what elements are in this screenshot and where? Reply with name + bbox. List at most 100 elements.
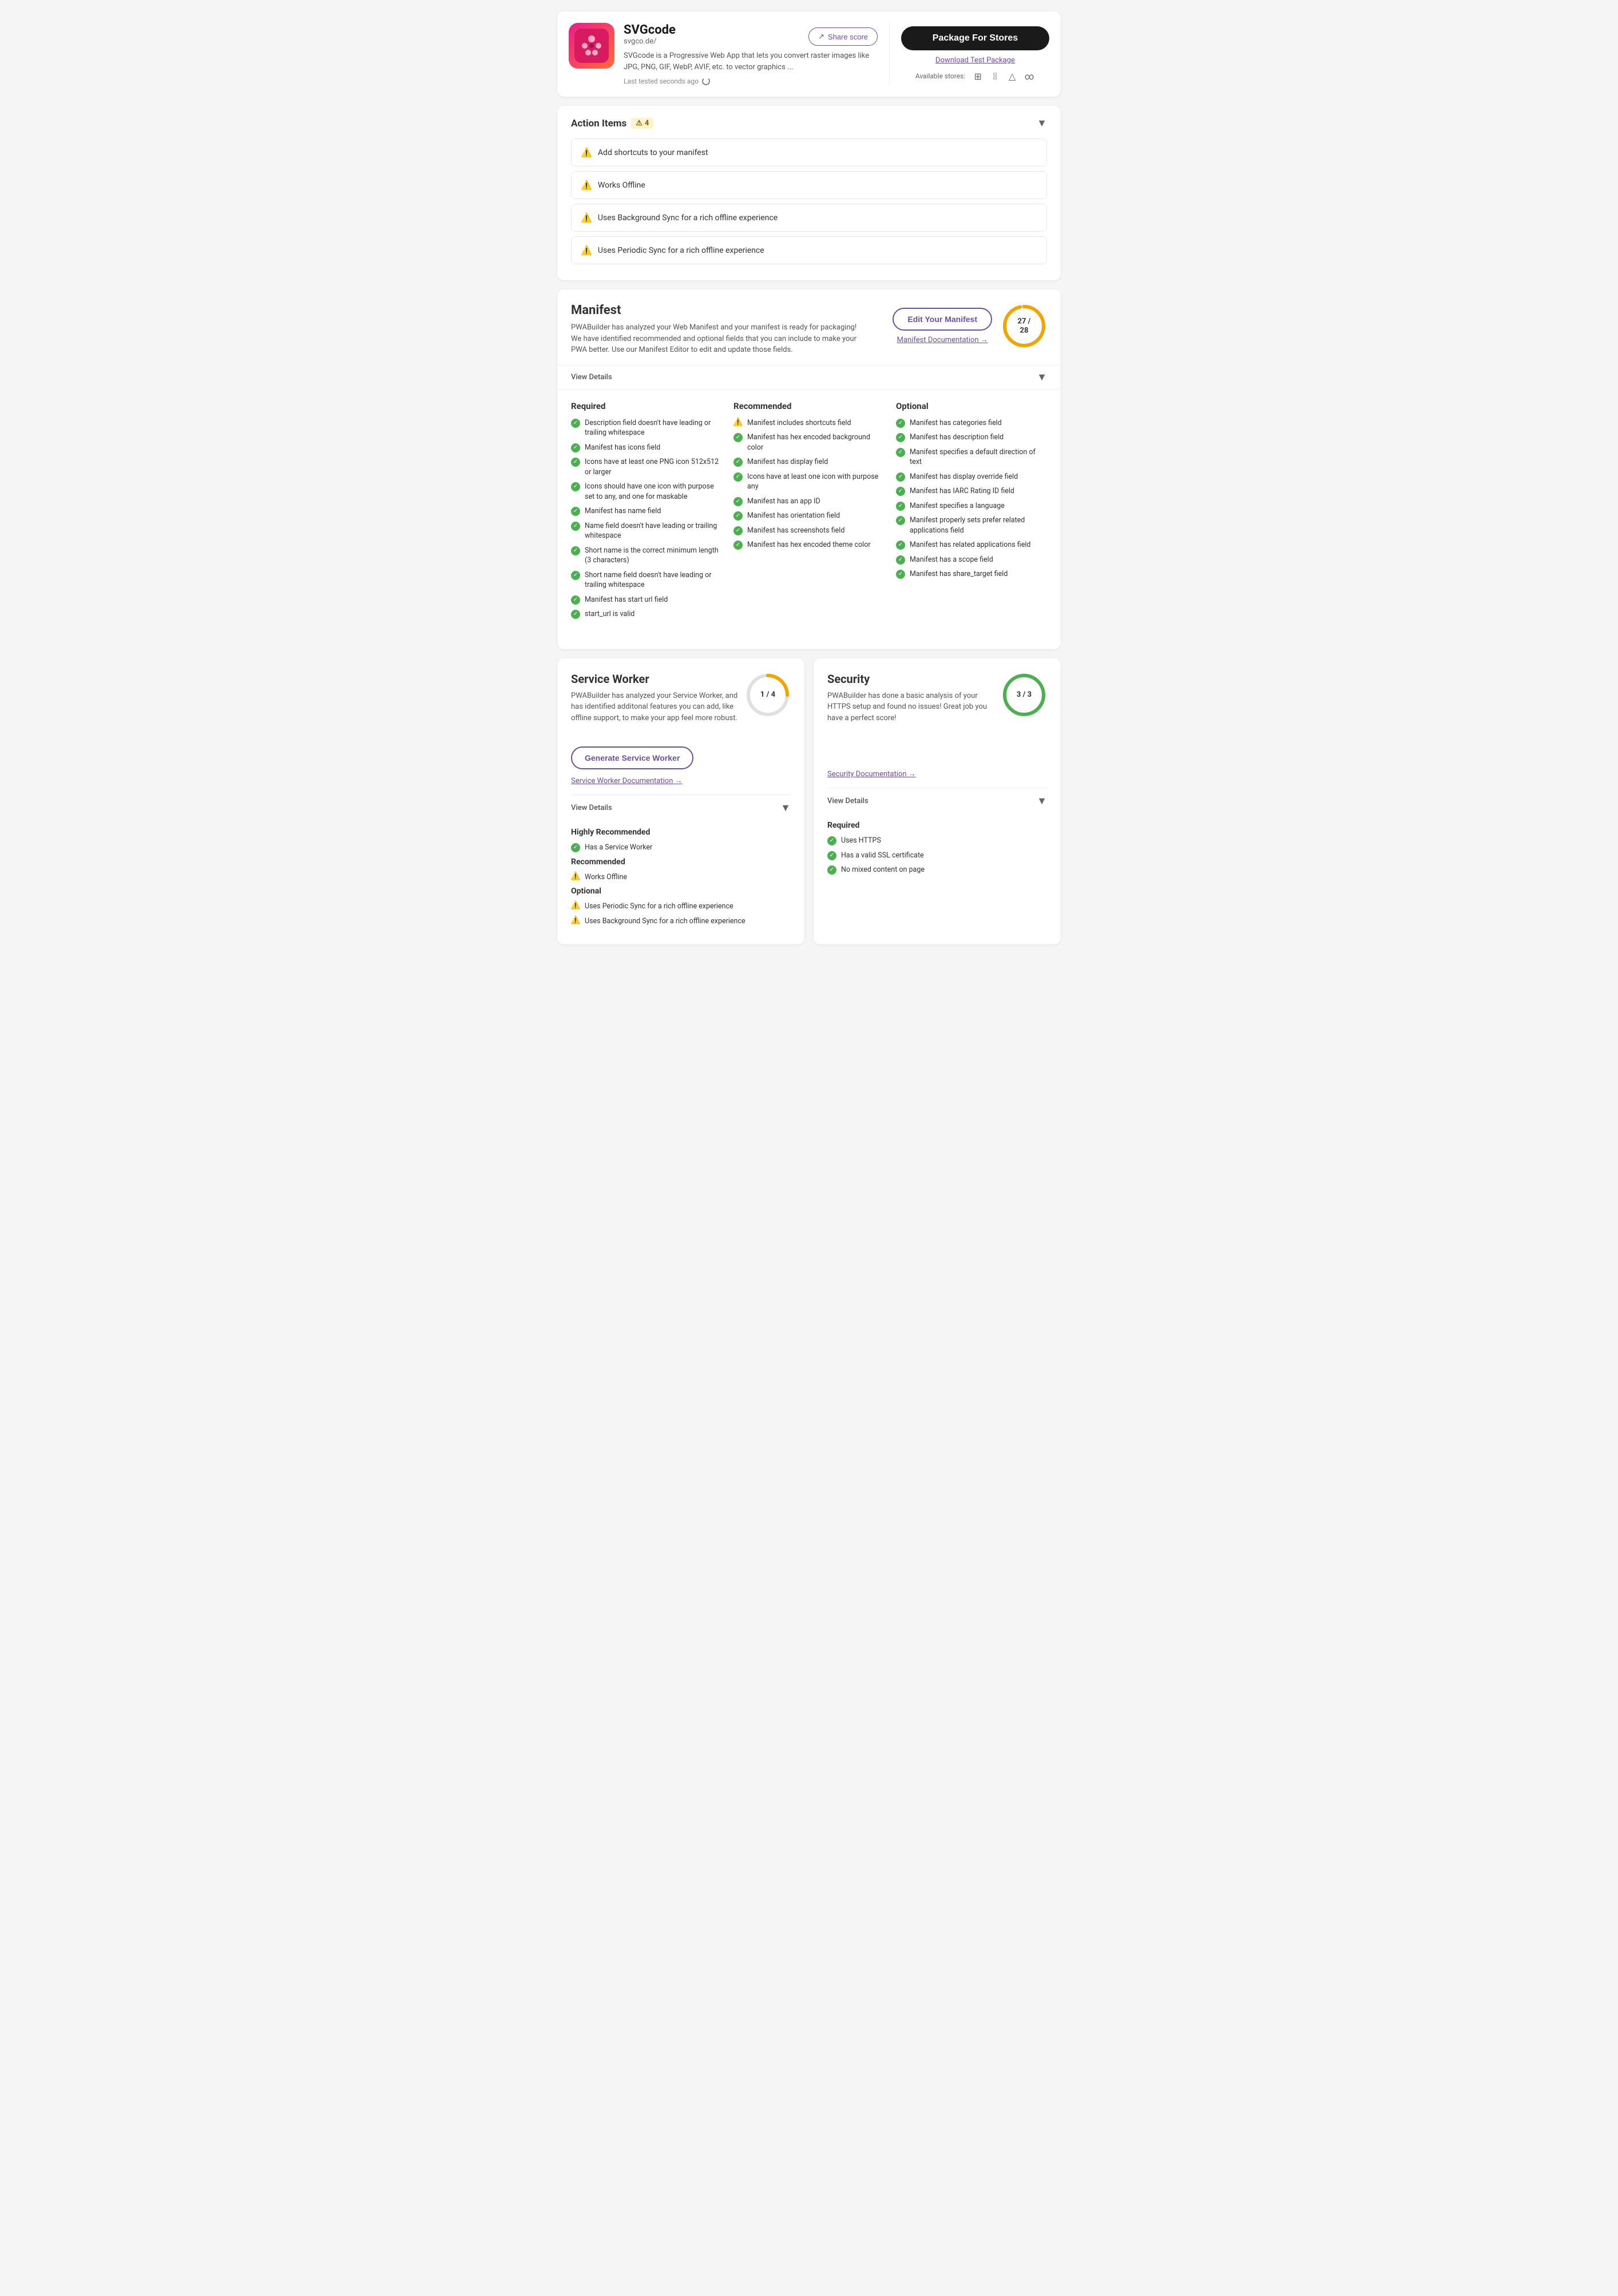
check-icon: ✓ [571, 610, 580, 619]
warn-icon: ⚠️ [571, 872, 580, 881]
check-item: ⚠️ Uses Background Sync for a rich offli… [571, 916, 791, 927]
available-stores: Available stores: ⊞  △ ∞ [915, 70, 1035, 82]
refresh-icon[interactable] [702, 77, 710, 85]
check-icon: ✓ [571, 419, 580, 428]
check-item: ✓ Manifest has hex encoded background co… [733, 432, 885, 452]
check-item: ✓ Description field doesn't have leading… [571, 418, 722, 438]
manifest-doc-link[interactable]: Manifest Documentation → [897, 336, 988, 344]
manifest-optional-col: Optional ✓ Manifest has categories field… [896, 401, 1047, 624]
check-item: ✓ Name field doesn't have leading or tra… [571, 521, 722, 541]
check-item: ✓ Has a valid SSL certificate [827, 851, 1047, 861]
check-icon: ✓ [896, 419, 905, 428]
check-icon: ✓ [896, 448, 905, 457]
check-icon: ✓ [896, 487, 905, 496]
action-item: ⚠️ Works Offline [571, 171, 1047, 199]
check-item: ✓ Manifest has screenshots field [733, 526, 885, 536]
check-icon: ✓ [827, 851, 836, 860]
download-test-package-link[interactable]: Download Test Package [935, 56, 1015, 65]
check-item: ✓ Manifest has a scope field [896, 555, 1047, 565]
check-item: ✓ Manifest properly sets prefer related … [896, 515, 1047, 535]
check-item: ✓ Manifest has display override field [896, 472, 1047, 482]
check-icon: ✓ [571, 458, 580, 467]
check-icon: ✓ [571, 571, 580, 580]
check-item: ⚠️ Manifest includes shortcuts field [733, 418, 885, 428]
check-icon: ✓ [896, 433, 905, 442]
security-score-circle: 3 / 3 [1001, 672, 1047, 718]
generate-service-worker-button[interactable]: Generate Service Worker [571, 746, 693, 769]
last-tested: Last tested seconds ago [624, 77, 878, 85]
manifest-score-circle: 27 / 28 [1001, 303, 1047, 349]
check-item: ✓ Short name field doesn't have leading … [571, 570, 722, 590]
check-icon: ✓ [896, 555, 905, 565]
action-items-section: Action Items ⚠ 4 ▼ ⚠️ Add shortcuts to y… [557, 106, 1061, 280]
manifest-details-grid: Required ✓ Description field doesn't hav… [571, 390, 1047, 635]
sw-doc-link[interactable]: Service Worker Documentation → [571, 777, 683, 785]
meta-store-icon: ∞ [1024, 70, 1035, 82]
check-item: ✓ Manifest has name field [571, 506, 722, 517]
check-icon: ✓ [571, 482, 580, 491]
check-icon: ✓ [571, 507, 580, 516]
manifest-view-details-bar[interactable]: View Details ▼ [557, 365, 1061, 390]
warn-icon: ⚠️ [571, 916, 580, 925]
check-icon: ✓ [733, 526, 743, 535]
action-items-chevron[interactable]: ▼ [1037, 117, 1047, 129]
share-icon: ↗ [818, 32, 824, 41]
share-score-button[interactable]: ↗ Share score [808, 27, 878, 46]
check-icon: ✓ [733, 458, 743, 467]
manifest-score-text: 27 / 28 [1013, 317, 1036, 335]
check-item: ✓ Manifest has icons field [571, 443, 722, 453]
security-details-chevron: ▼ [1037, 795, 1047, 807]
check-icon: ✓ [733, 497, 743, 506]
sw-info: Service Worker PWABuilder has analyzed y… [571, 672, 745, 724]
warn-icon: ⚠️ [571, 901, 580, 911]
check-icon: ✓ [733, 433, 743, 442]
check-item: ✓ Manifest has related applications fiel… [896, 540, 1047, 550]
manifest-header: Manifest PWABuilder has analyzed your We… [571, 303, 1047, 356]
action-item: ⚠️ Uses Background Sync for a rich offli… [571, 204, 1047, 232]
check-item: ✓ Manifest has an app ID [733, 496, 885, 507]
check-icon: ✓ [896, 570, 905, 579]
warn-icon: ⚠ [636, 119, 643, 128]
manifest-desc: PWABuilder has analyzed your Web Manifes… [571, 322, 857, 356]
check-icon: ✓ [896, 541, 905, 550]
check-icon: ✓ [571, 546, 580, 555]
check-item: ✓ Manifest has display field [733, 457, 885, 467]
check-item: ✓ Uses HTTPS [827, 836, 1047, 846]
bottom-row: Service Worker PWABuilder has analyzed y… [557, 658, 1061, 945]
check-item: ✓ Short name is the correct minimum leng… [571, 546, 722, 566]
action-item: ⚠️ Add shortcuts to your manifest [571, 138, 1047, 166]
app-desc: SVGcode is a Progressive Web App that le… [624, 50, 878, 73]
check-item: ✓ Manifest has description field [896, 432, 1047, 443]
check-icon: ✓ [827, 865, 836, 875]
app-info: SVGcode svgco.de/ ↗ Share score SVGcode … [624, 23, 878, 85]
action-items-header: Action Items ⚠ 4 ▼ [571, 117, 1047, 129]
service-worker-section: Service Worker PWABuilder has analyzed y… [557, 658, 804, 945]
sw-view-details-bar[interactable]: View Details ▼ [571, 795, 791, 814]
sw-details: Highly Recommended ✓ Has a Service Worke… [571, 814, 791, 926]
warn-icon: ⚠️ [581, 180, 592, 190]
sw-details-chevron: ▼ [780, 802, 791, 814]
manifest-recommended-col: Recommended ⚠️ Manifest includes shortcu… [733, 401, 885, 624]
check-item: ✓ Manifest has share_target field [896, 569, 1047, 579]
security-header: Security PWABuilder has done a basic ana… [827, 672, 1047, 724]
action-item: ⚠️ Uses Periodic Sync for a rich offline… [571, 236, 1047, 264]
package-for-stores-button[interactable]: Package For Stores [901, 26, 1049, 50]
store-icons: ⊞  △ ∞ [972, 70, 1035, 82]
check-item: ✓ Manifest specifies a language [896, 501, 1047, 511]
action-items-title: Action Items ⚠ 4 [571, 118, 653, 129]
check-icon: ✓ [896, 472, 905, 482]
security-view-details-bar[interactable]: View Details ▼ [827, 788, 1047, 807]
check-item: ✓ Manifest specifies a default direction… [896, 447, 1047, 467]
edit-manifest-button[interactable]: Edit Your Manifest [893, 308, 992, 331]
security-doc-link[interactable]: Security Documentation → [827, 770, 916, 778]
check-icon: ✓ [571, 843, 580, 852]
action-items-list: ⚠️ Add shortcuts to your manifest ⚠️ Wor… [571, 138, 1047, 264]
security-section: Security PWABuilder has done a basic ana… [814, 658, 1061, 945]
security-details: Required ✓ Uses HTTPS ✓ Has a valid SSL … [827, 807, 1047, 875]
check-icon: ✓ [827, 836, 836, 845]
warn-icon: ⚠️ [581, 212, 592, 223]
check-item: ✓ Manifest has IARC Rating ID field [896, 486, 1047, 496]
manifest-score: 27 / 28 [1001, 303, 1047, 349]
check-icon: ✓ [733, 472, 743, 482]
header-right: Package For Stores Download Test Package… [889, 23, 1049, 85]
